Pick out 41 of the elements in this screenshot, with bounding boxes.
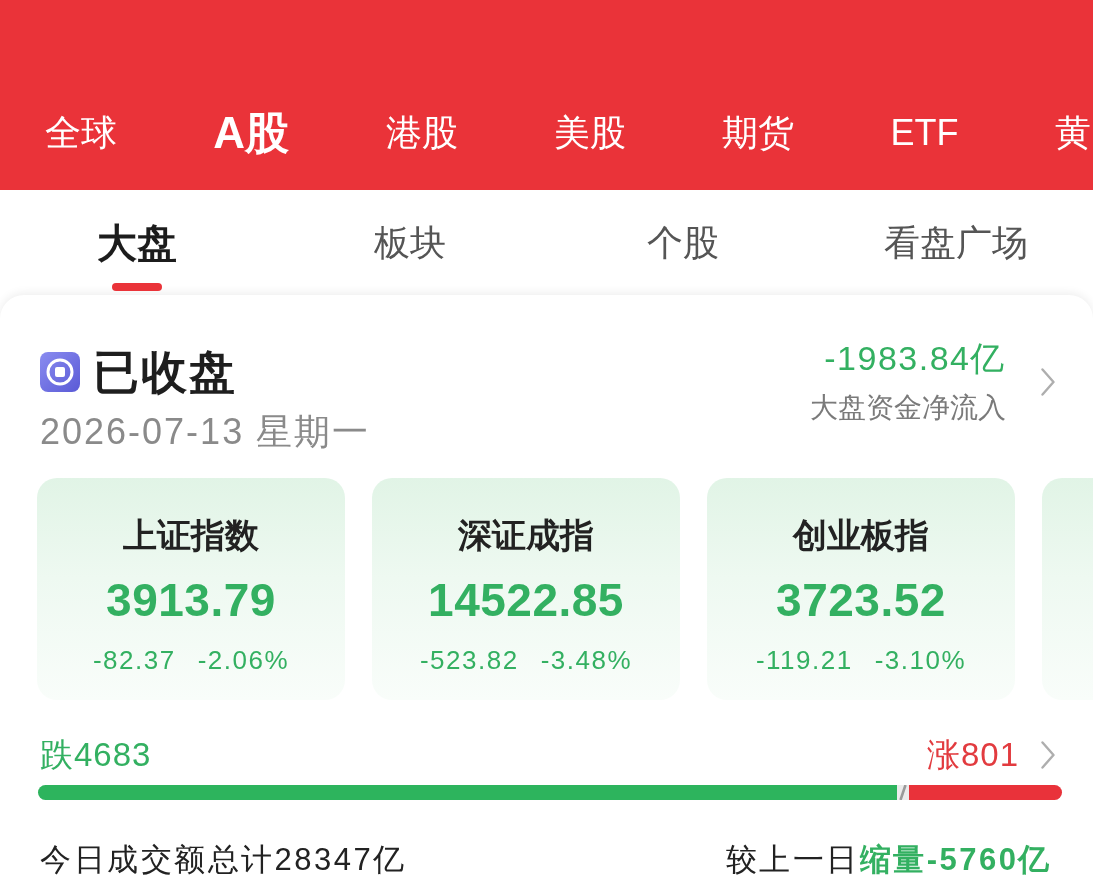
falling-count: 跌4683	[40, 737, 152, 773]
chevron-icon[interactable]	[1041, 367, 1055, 396]
rising-count: 涨801	[926, 737, 1019, 773]
turnover-total: 今日成交额总计28347亿	[40, 841, 407, 879]
index-change: -523.82	[419, 644, 519, 676]
index-change-percent: -3.10%	[874, 644, 967, 676]
market-tab[interactable]: 港股	[385, 111, 458, 155]
status-title: 已收盘	[93, 347, 237, 397]
index-change: -82.37	[92, 644, 176, 676]
sub-tab[interactable]: 看盘广场	[883, 223, 1028, 263]
chevron-icon[interactable]	[1041, 741, 1055, 769]
market-tab[interactable]: A股	[213, 106, 290, 160]
fund-flow-value: -1983.84亿	[824, 338, 1006, 378]
compare-value: 缩量-5760亿	[859, 841, 1052, 879]
index-change-percent: -3.48%	[540, 644, 633, 676]
index-name: 创业板指	[793, 515, 929, 556]
index-card[interactable]: 深证成指 14522.85 -523.82 -3.48%	[372, 478, 680, 700]
index-value: 14522.85	[428, 573, 624, 628]
sub-tab[interactable]: 板块	[373, 223, 446, 263]
index-value: 3723.52	[776, 573, 946, 628]
sub-tab[interactable]: 个股	[646, 223, 719, 263]
underline-icon	[111, 283, 162, 291]
stop-icon	[40, 352, 80, 392]
index-card[interactable]	[1042, 478, 1093, 700]
market-tab[interactable]: ETF	[890, 111, 959, 155]
compare-label: 较上一日	[725, 841, 860, 879]
sub-tab[interactable]: 大盘	[96, 223, 177, 291]
market-tab[interactable]: 全球	[45, 111, 117, 155]
market-tab[interactable]: 美股	[553, 111, 626, 155]
index-change-percent: -2.06%	[197, 644, 290, 676]
index-card[interactable]: 创业板指 3723.52 -119.21 -3.10%	[707, 478, 1015, 700]
date-text: 2026-07-13 星期一	[40, 410, 371, 454]
market-tab[interactable]: 期货	[722, 111, 795, 155]
index-value: 3913.79	[106, 573, 276, 628]
market-tab[interactable]: 黄	[1054, 111, 1091, 155]
index-name: 上证指数	[123, 515, 259, 556]
index-change: -119.21	[755, 644, 853, 676]
index-card[interactable]: 上证指数 3913.79 -82.37 -2.06%	[37, 478, 345, 700]
index-name: 深证成指	[458, 515, 594, 556]
fund-flow-label: 大盘资金净流入	[810, 391, 1006, 425]
slash-icon	[899, 785, 908, 800]
